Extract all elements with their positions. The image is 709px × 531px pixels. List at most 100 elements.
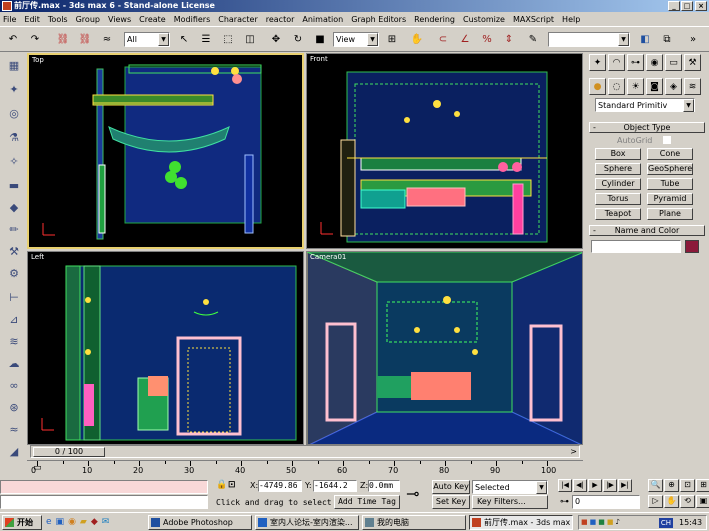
teapot-button[interactable]: Teapot bbox=[595, 208, 641, 220]
goto-start-icon[interactable]: |◀ bbox=[558, 479, 572, 492]
viewport-camera[interactable]: Camera01 bbox=[306, 251, 583, 445]
reactor-icon[interactable]: ⊿ bbox=[4, 310, 24, 328]
play-icon[interactable]: ▶ bbox=[588, 479, 602, 492]
menu-item-views[interactable]: Views bbox=[108, 15, 131, 24]
menu-item-reactor[interactable]: reactor bbox=[266, 15, 295, 24]
wind-icon[interactable]: ≈ bbox=[4, 420, 24, 438]
menu-item-create[interactable]: Create bbox=[139, 15, 166, 24]
zoom-icon[interactable]: 🔍 bbox=[648, 479, 663, 492]
dynamics-icon[interactable]: ✏ bbox=[4, 220, 24, 238]
pivot-center-icon[interactable]: ⊞ bbox=[383, 30, 401, 48]
menu-item-character[interactable]: Character bbox=[218, 15, 258, 24]
start-button[interactable]: 开始 bbox=[2, 515, 42, 530]
task-photoshop[interactable]: Adobe Photoshop bbox=[148, 515, 252, 530]
selection-region-icon[interactable]: ⬚ bbox=[219, 30, 237, 48]
network-icon[interactable]: ✉ bbox=[102, 517, 110, 527]
maxscript-listener-input[interactable] bbox=[0, 480, 208, 494]
plane-button[interactable]: Plane bbox=[647, 208, 693, 220]
tray-icon[interactable]: ■ bbox=[607, 518, 614, 526]
select-and-rotate-icon[interactable]: ↻ bbox=[289, 30, 307, 48]
named-selection-dropdown[interactable]: ▼ bbox=[548, 32, 630, 47]
task-3dsmax[interactable]: 前厅传.max - 3ds max 6 bbox=[469, 515, 573, 530]
cone-button[interactable]: Cone bbox=[647, 148, 693, 160]
set-key-button[interactable]: Set Key bbox=[432, 495, 470, 509]
utilities-tab-icon[interactable]: ⚒ bbox=[684, 54, 701, 71]
display-tab-icon[interactable]: ▭ bbox=[665, 54, 682, 71]
lock-icon[interactable]: 🔒 bbox=[216, 480, 227, 490]
particles-icon[interactable]: ✧ bbox=[4, 152, 24, 170]
task-my-computer[interactable]: 我的电脑 bbox=[362, 515, 466, 530]
rope-icon[interactable]: ∞ bbox=[4, 376, 24, 394]
ie-icon[interactable]: e bbox=[46, 517, 52, 527]
motion-tab-icon[interactable]: ◉ bbox=[646, 54, 663, 71]
align-icon[interactable]: ⧉ bbox=[658, 30, 676, 48]
viewport-label[interactable]: Camera01 bbox=[310, 253, 346, 261]
zoom-extents-icon[interactable]: ⊡ bbox=[680, 479, 695, 492]
viewport-left[interactable]: Left bbox=[27, 251, 304, 445]
select-and-link-icon[interactable]: ⛓ bbox=[54, 30, 72, 48]
time-slider-thumb[interactable]: 0 / 100 bbox=[33, 447, 105, 457]
tray-icon[interactable]: ■ bbox=[581, 518, 588, 526]
mirror-icon[interactable]: ◧ bbox=[636, 30, 654, 48]
menu-item-graph-editors[interactable]: Graph Editors bbox=[351, 15, 406, 24]
angle-snap-icon[interactable]: ∠ bbox=[456, 30, 474, 48]
time-slider[interactable]: 0 / 100 > bbox=[30, 445, 580, 458]
menu-item-maxscript[interactable]: MAXScript bbox=[513, 15, 554, 24]
volume-icon[interactable]: ♪ bbox=[616, 518, 620, 526]
current-frame-field[interactable]: 0 bbox=[572, 495, 640, 509]
menu-item-animation[interactable]: Animation bbox=[302, 15, 343, 24]
viewport-top[interactable]: Top bbox=[27, 53, 304, 249]
track-bar[interactable]: ▭ 0 10 20 30 40 50 60 70 80 90 100 bbox=[27, 460, 583, 478]
z-coordinate-field[interactable]: 0.0mm bbox=[368, 480, 400, 492]
tray-icon[interactable]: ■ bbox=[590, 518, 597, 526]
close-button[interactable]: × bbox=[695, 1, 707, 11]
autogrid-checkbox[interactable] bbox=[663, 136, 671, 144]
arc-rotate-icon[interactable]: ⟲ bbox=[680, 495, 695, 508]
minimize-button[interactable]: _ bbox=[668, 1, 680, 11]
folder-icon[interactable]: ▰ bbox=[80, 517, 87, 527]
create-tab-icon[interactable]: ✦ bbox=[589, 54, 606, 71]
lights-subtab-icon[interactable]: ☀ bbox=[627, 78, 644, 95]
auto-key-button[interactable]: Auto Key bbox=[432, 480, 470, 494]
space-warps-icon[interactable]: ≋ bbox=[684, 78, 701, 95]
pyramid-button[interactable]: Pyramid bbox=[647, 193, 693, 205]
fracture-icon[interactable]: ◢ bbox=[4, 442, 24, 460]
percent-snap-icon[interactable]: % bbox=[478, 30, 496, 48]
key-mode-toggle-icon[interactable]: ⊶ bbox=[560, 497, 569, 507]
menu-item-tools[interactable]: Tools bbox=[48, 15, 68, 24]
menu-item-rendering[interactable]: Rendering bbox=[414, 15, 455, 24]
menu-item-file[interactable]: File bbox=[3, 15, 16, 24]
select-and-manipulate-icon[interactable]: ✋ bbox=[408, 30, 426, 48]
y-coordinate-field[interactable]: -1644.2 bbox=[313, 480, 357, 492]
viewport-label[interactable]: Front bbox=[310, 55, 328, 63]
patch-grids-icon[interactable]: ▬ bbox=[4, 176, 24, 194]
tab-panel-icon[interactable]: ▦ bbox=[4, 56, 24, 74]
sphere-button[interactable]: Sphere bbox=[595, 163, 641, 175]
helpers-subtab-icon[interactable]: ◈ bbox=[665, 78, 682, 95]
bind-space-warp-icon[interactable]: ≈ bbox=[98, 30, 116, 48]
select-and-move-icon[interactable]: ✥ bbox=[267, 30, 285, 48]
media-icon[interactable]: ◉ bbox=[68, 517, 76, 527]
pan-icon[interactable]: ✋ bbox=[664, 495, 679, 508]
category-dropdown[interactable]: Standard Primitiv ▼ bbox=[595, 98, 695, 112]
desktop-icon[interactable]: ▣ bbox=[56, 517, 65, 527]
zoom-extents-all-icon[interactable]: ⊞ bbox=[696, 479, 709, 492]
object-name-input[interactable] bbox=[591, 240, 681, 253]
add-time-tag-button[interactable]: Add Time Tag bbox=[334, 495, 400, 509]
menu-item-group[interactable]: Group bbox=[76, 15, 100, 24]
object-type-rollout-header[interactable]: - Object Type bbox=[589, 122, 705, 133]
absolute-mode-icon[interactable]: ⊡ bbox=[228, 480, 236, 490]
viewport-label[interactable]: Top bbox=[32, 56, 44, 64]
torus-button[interactable]: Torus bbox=[595, 193, 641, 205]
bones-icon[interactable]: ⊢ bbox=[4, 288, 24, 306]
select-and-scale-icon[interactable]: ■ bbox=[311, 30, 329, 48]
wave-icon[interactable]: ≋ bbox=[4, 332, 24, 350]
motor-icon[interactable]: ⊛ bbox=[4, 398, 24, 416]
input-language-badge[interactable]: CH bbox=[659, 518, 673, 528]
undo-icon[interactable]: ↶ bbox=[4, 30, 22, 48]
select-by-name-icon[interactable]: ☰ bbox=[197, 30, 215, 48]
task-browser[interactable]: 室内人论坛-室内渲染... bbox=[255, 515, 359, 530]
select-object-icon[interactable]: ↖ bbox=[175, 30, 193, 48]
object-color-swatch[interactable] bbox=[685, 240, 699, 253]
selection-filter-dropdown[interactable]: All ▼ bbox=[124, 32, 170, 47]
